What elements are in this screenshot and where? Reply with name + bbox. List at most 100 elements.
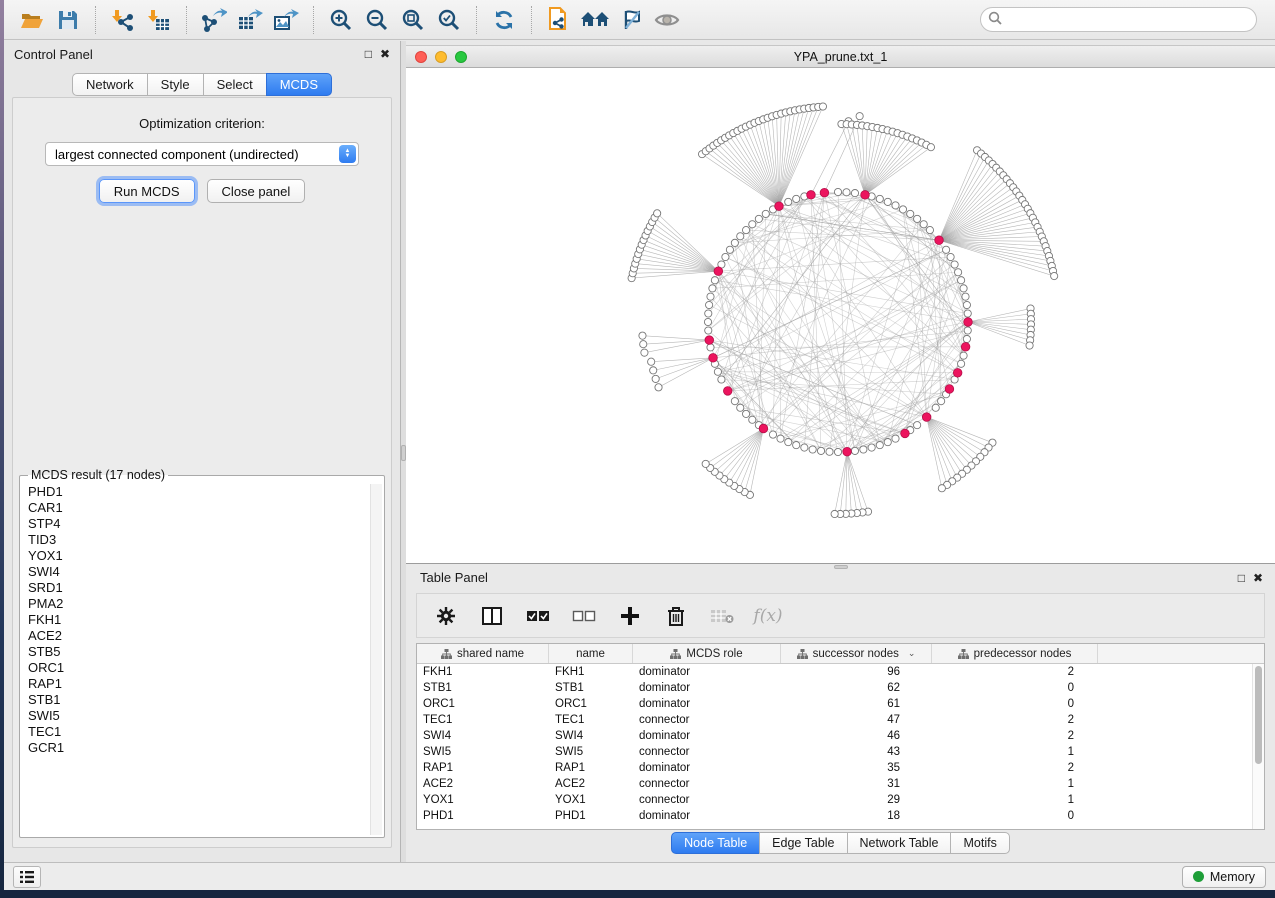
table-tab-edge-table[interactable]: Edge Table (759, 832, 847, 854)
mcds-result-list: PHD1CAR1STP4TID3YOX1SWI4SRD1PMA2FKH1ACE2… (22, 484, 370, 835)
minimize-window-button[interactable] (435, 51, 447, 63)
show-hidden-button[interactable] (649, 4, 685, 36)
show-all-columns-button[interactable] (525, 603, 551, 629)
zoom-window-button[interactable] (455, 51, 467, 63)
tab-network[interactable]: Network (72, 73, 148, 96)
export-image-button[interactable] (268, 4, 304, 36)
tab-style[interactable]: Style (147, 73, 204, 96)
mcds-list-item[interactable]: CAR1 (22, 500, 370, 516)
table-cell: 61 (781, 696, 932, 712)
table-row[interactable]: PHD1PHD1dominator180 (417, 808, 1264, 824)
mcds-list-item[interactable]: STB1 (22, 692, 370, 708)
mcds-list-item[interactable]: TEC1 (22, 724, 370, 740)
float-panel-icon[interactable]: □ (365, 48, 372, 60)
toolbar-separator (186, 6, 187, 34)
zoom-selected-button[interactable] (431, 4, 467, 36)
toolbar-separator (531, 6, 532, 34)
mcds-list-item[interactable]: RAP1 (22, 676, 370, 692)
mcds-list-item[interactable]: ORC1 (22, 660, 370, 676)
close-table-panel-icon[interactable]: ✖ (1253, 572, 1263, 584)
network-canvas[interactable] (406, 68, 1275, 563)
table-row[interactable]: ACE2ACE2connector311 (417, 776, 1264, 792)
delete-column-button[interactable] (663, 603, 689, 629)
search-input[interactable] (980, 7, 1257, 32)
mcds-list-item[interactable]: ACE2 (22, 628, 370, 644)
control-panel: Control Panel □ ✖ NetworkStyleSelectMCDS… (4, 41, 400, 862)
column-header-MCDS-role[interactable]: MCDS role (633, 644, 781, 663)
tab-select[interactable]: Select (203, 73, 267, 96)
table-tab-node-table[interactable]: Node Table (671, 832, 760, 854)
table-cell: dominator (633, 760, 781, 776)
table-row[interactable]: SWI4SWI4dominator462 (417, 728, 1264, 744)
table-row[interactable]: TEC1TEC1connector472 (417, 712, 1264, 728)
zoom-out-button[interactable] (359, 4, 395, 36)
mcds-list-item[interactable]: SWI4 (22, 564, 370, 580)
task-history-button[interactable] (13, 866, 41, 888)
hide-selected-button[interactable] (613, 4, 649, 36)
search-box (980, 7, 1257, 32)
table-cell (1098, 696, 1264, 712)
tab-mcds[interactable]: MCDS (266, 73, 332, 96)
mcds-list-item[interactable]: PHD1 (22, 484, 370, 500)
table-row[interactable]: YOX1YOX1connector291 (417, 792, 1264, 808)
mcds-list-scrollbar[interactable] (370, 484, 382, 835)
close-panel-button[interactable]: Close panel (207, 179, 306, 203)
table-tab-motifs[interactable]: Motifs (950, 832, 1009, 854)
import-network-button[interactable] (105, 4, 141, 36)
table-settings-button[interactable] (433, 603, 459, 629)
open-in-web-button[interactable] (541, 4, 577, 36)
import-table-button[interactable] (141, 4, 177, 36)
table-row[interactable]: RAP1RAP1dominator352 (417, 760, 1264, 776)
column-header-predecessor-nodes[interactable]: predecessor nodes (932, 644, 1098, 663)
table-scrollbar-thumb[interactable] (1255, 666, 1262, 764)
criterion-dropdown[interactable]: largest connected component (undirected)… (45, 142, 359, 166)
mcds-list-item[interactable]: GCR1 (22, 740, 370, 756)
save-session-button[interactable] (50, 4, 86, 36)
zoom-fit-button[interactable] (395, 4, 431, 36)
hide-all-columns-button[interactable] (571, 603, 597, 629)
network-window-title: YPA_prune.txt_1 (406, 50, 1275, 64)
table-row[interactable]: FKH1FKH1dominator962 (417, 664, 1264, 680)
show-all-button[interactable] (577, 4, 613, 36)
open-file-button[interactable] (14, 4, 50, 36)
export-table-button[interactable] (232, 4, 268, 36)
mcds-list-item[interactable]: FKH1 (22, 612, 370, 628)
memory-button[interactable]: Memory (1182, 866, 1266, 888)
float-table-panel-icon[interactable]: □ (1238, 572, 1245, 584)
table-cell: 43 (781, 744, 932, 760)
run-mcds-button[interactable]: Run MCDS (99, 179, 195, 203)
mcds-list-item[interactable]: STB5 (22, 644, 370, 660)
zoom-in-button[interactable] (323, 4, 359, 36)
mcds-list-item[interactable]: STP4 (22, 516, 370, 532)
mcds-list-item[interactable]: SWI5 (22, 708, 370, 724)
table-row[interactable]: SWI5SWI5connector431 (417, 744, 1264, 760)
table-cell: SWI5 (549, 744, 633, 760)
table-cell: 1 (932, 792, 1098, 808)
table-scrollbar[interactable] (1252, 664, 1264, 829)
network-graph[interactable] (406, 68, 1275, 563)
table-cell: 31 (781, 776, 932, 792)
mcds-list-item[interactable]: YOX1 (22, 548, 370, 564)
table-cell: dominator (633, 664, 781, 680)
mcds-list-item[interactable]: SRD1 (22, 580, 370, 596)
table-cell: dominator (633, 808, 781, 824)
create-column-button[interactable] (617, 603, 643, 629)
close-panel-icon[interactable]: ✖ (380, 48, 390, 60)
close-window-button[interactable] (415, 51, 427, 63)
mcds-list-item[interactable]: PMA2 (22, 596, 370, 612)
table-row[interactable]: ORC1ORC1dominator610 (417, 696, 1264, 712)
column-header-successor-nodes[interactable]: successor nodes⌄ (781, 644, 932, 663)
refresh-button[interactable] (486, 4, 522, 36)
table-row[interactable]: STB1STB1dominator620 (417, 680, 1264, 696)
zoom-in-icon (329, 8, 353, 32)
table-cell: 62 (781, 680, 932, 696)
column-browser-button[interactable] (479, 603, 505, 629)
mcds-list-item[interactable]: TID3 (22, 532, 370, 548)
list-icon (19, 870, 35, 884)
export-network-button[interactable] (196, 4, 232, 36)
column-header-shared-name[interactable]: shared name (417, 644, 549, 663)
table-tab-network-table[interactable]: Network Table (847, 832, 952, 854)
table-cell (1098, 760, 1264, 776)
horizontal-splitter[interactable] (834, 565, 848, 569)
column-header-name[interactable]: name (549, 644, 633, 663)
